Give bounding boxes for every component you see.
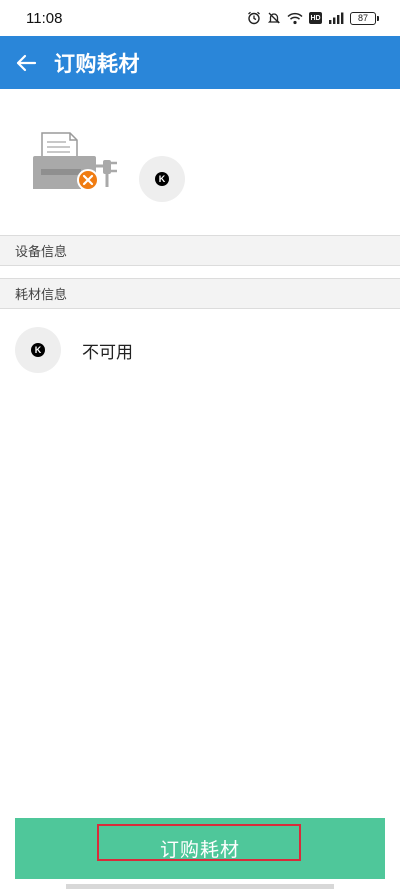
section-spacer [0,266,400,278]
status-time: 11:08 [26,9,63,27]
page-title: 订购耗材 [54,51,140,76]
signal-icon [329,12,344,24]
app-screen: 11:08 HD 87 订购耗材 K 设备信息 耗材信息 K 不可用 订购耗材 [0,0,400,889]
battery-icon: 87 [350,11,379,25]
section-device-info-label: 设备信息 [15,245,68,260]
supply-list-item: K 不可用 [0,309,400,391]
alarm-icon [248,11,260,25]
status-icons: HD 87 [247,11,379,25]
section-device-info[interactable]: 设备信息 [0,235,400,266]
device-header: K [0,89,400,233]
arrow-left-icon [16,54,37,71]
printer-disconnected-icon [33,132,117,191]
section-supplies-info[interactable]: 耗材信息 [0,278,400,309]
navigation-hint-bar [66,884,334,889]
supply-cartridge-badge: K [15,327,61,373]
black-cartridge-icon: K [155,172,169,186]
back-button[interactable] [0,36,52,89]
order-supplies-button[interactable]: 订购耗材 [15,818,385,879]
app-bar: 订购耗材 [0,36,400,89]
status-bar: 11:08 HD 87 [0,0,400,36]
section-supplies-info-label: 耗材信息 [15,288,68,303]
wifi-icon [287,12,303,24]
hd-badge-icon: HD [309,12,322,24]
order-supplies-button-label: 订购耗材 [159,839,240,861]
cartridge-badge: K [139,156,185,202]
battery-level: 87 [357,13,368,23]
supply-status: 不可用 [82,342,133,363]
mute-bell-icon [267,12,281,24]
black-cartridge-icon: K [31,343,45,357]
